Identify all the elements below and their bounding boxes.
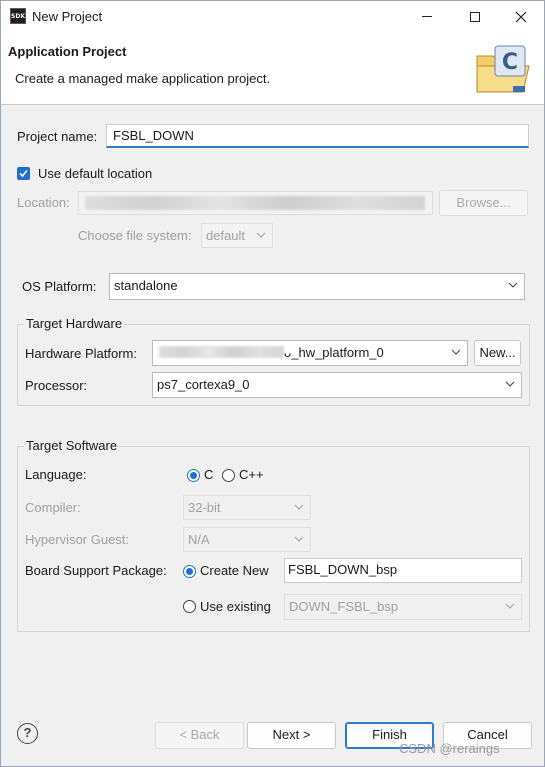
language-c-label: C (204, 467, 214, 482)
language-cpp-label: C++ (239, 467, 264, 482)
target-software-title: Target Software (24, 438, 120, 453)
processor-value: ps7_cortexa9_0 (157, 377, 250, 392)
wizard-header: Application Project Create a managed mak… (1, 32, 544, 105)
chevron-down-icon (505, 381, 515, 387)
chevron-down-icon (508, 282, 518, 288)
chevron-down-icon (256, 232, 266, 238)
hypervisor-guest-select[interactable]: N/A (183, 527, 311, 552)
hardware-platform-value: ᴗ_hw_platform_0 (284, 345, 384, 360)
next-button[interactable]: Next > (247, 722, 336, 749)
new-project-dialog: SDK New Project Application Project Crea… (0, 0, 545, 767)
bsp-label: Board Support Package: (25, 563, 167, 578)
language-label: Language: (25, 467, 87, 482)
bsp-use-existing-select[interactable]: DOWN_FSBL_bsp (284, 594, 522, 620)
bsp-create-new-label: Create New (200, 563, 269, 578)
chevron-down-icon (294, 504, 304, 510)
bsp-use-existing-value: DOWN_FSBL_bsp (289, 599, 399, 614)
use-default-location-checkbox[interactable] (17, 167, 30, 180)
use-default-location-label: Use default location (38, 166, 153, 181)
maximize-button[interactable] (452, 1, 498, 32)
close-icon (515, 11, 527, 22)
watermark-text: CSDN @reraings (399, 741, 500, 756)
hardware-platform-select[interactable]: ᴗ_hw_platform_0 (152, 340, 468, 366)
wizard-title: Application Project (8, 44, 127, 59)
chevron-down-icon (294, 536, 304, 542)
svg-text:C: C (502, 50, 518, 75)
project-name-label: Project name: (17, 129, 98, 144)
hypervisor-guest-value: N/A (188, 532, 210, 547)
back-button[interactable]: < Back (155, 722, 244, 749)
browse-button[interactable]: Browse... (439, 190, 528, 216)
hardware-platform-redacted (159, 346, 284, 358)
chevron-down-icon (451, 349, 461, 355)
language-cpp-radio[interactable] (222, 469, 235, 482)
project-name-input[interactable]: FSBL_DOWN (106, 124, 529, 148)
compiler-value: 32-bit (188, 500, 221, 515)
maximize-icon (470, 11, 480, 22)
processor-select[interactable]: ps7_cortexa9_0 (152, 372, 522, 398)
target-hardware-title: Target Hardware (24, 316, 125, 331)
os-platform-value: standalone (114, 278, 178, 293)
location-redacted (85, 196, 425, 210)
bsp-use-existing-radio[interactable] (183, 600, 196, 613)
sdk-app-icon: SDK (10, 8, 26, 24)
hypervisor-guest-label: Hypervisor Guest: (25, 532, 130, 547)
compiler-label: Compiler: (25, 500, 81, 515)
location-label: Location: (17, 195, 70, 210)
wizard-description: Create a managed make application projec… (15, 71, 271, 86)
close-button[interactable] (498, 1, 544, 32)
file-system-value: default (206, 228, 246, 243)
language-c-radio[interactable] (187, 469, 200, 482)
minimize-icon (422, 16, 432, 17)
checkmark-icon (19, 169, 28, 178)
os-platform-select[interactable]: standalone (109, 273, 525, 300)
file-system-select[interactable]: default (201, 223, 273, 248)
processor-label: Processor: (25, 378, 88, 393)
location-input (78, 191, 433, 215)
bsp-create-new-radio[interactable] (183, 565, 196, 578)
compiler-select[interactable]: 32-bit (183, 495, 311, 520)
window-title: New Project (32, 9, 103, 24)
help-icon[interactable]: ? (17, 723, 38, 744)
os-platform-label: OS Platform: (22, 279, 97, 294)
title-bar: SDK New Project (1, 1, 544, 32)
project-folder-icon: C (476, 45, 530, 93)
bsp-use-existing-label: Use existing (200, 599, 271, 614)
chevron-down-icon (505, 603, 515, 609)
hardware-platform-label: Hardware Platform: (25, 346, 137, 361)
file-system-label: Choose file system: (78, 228, 192, 243)
minimize-button[interactable] (404, 1, 450, 32)
new-hardware-platform-button[interactable]: New... (474, 340, 521, 366)
bsp-create-new-input[interactable]: FSBL_DOWN_bsp (284, 558, 522, 583)
